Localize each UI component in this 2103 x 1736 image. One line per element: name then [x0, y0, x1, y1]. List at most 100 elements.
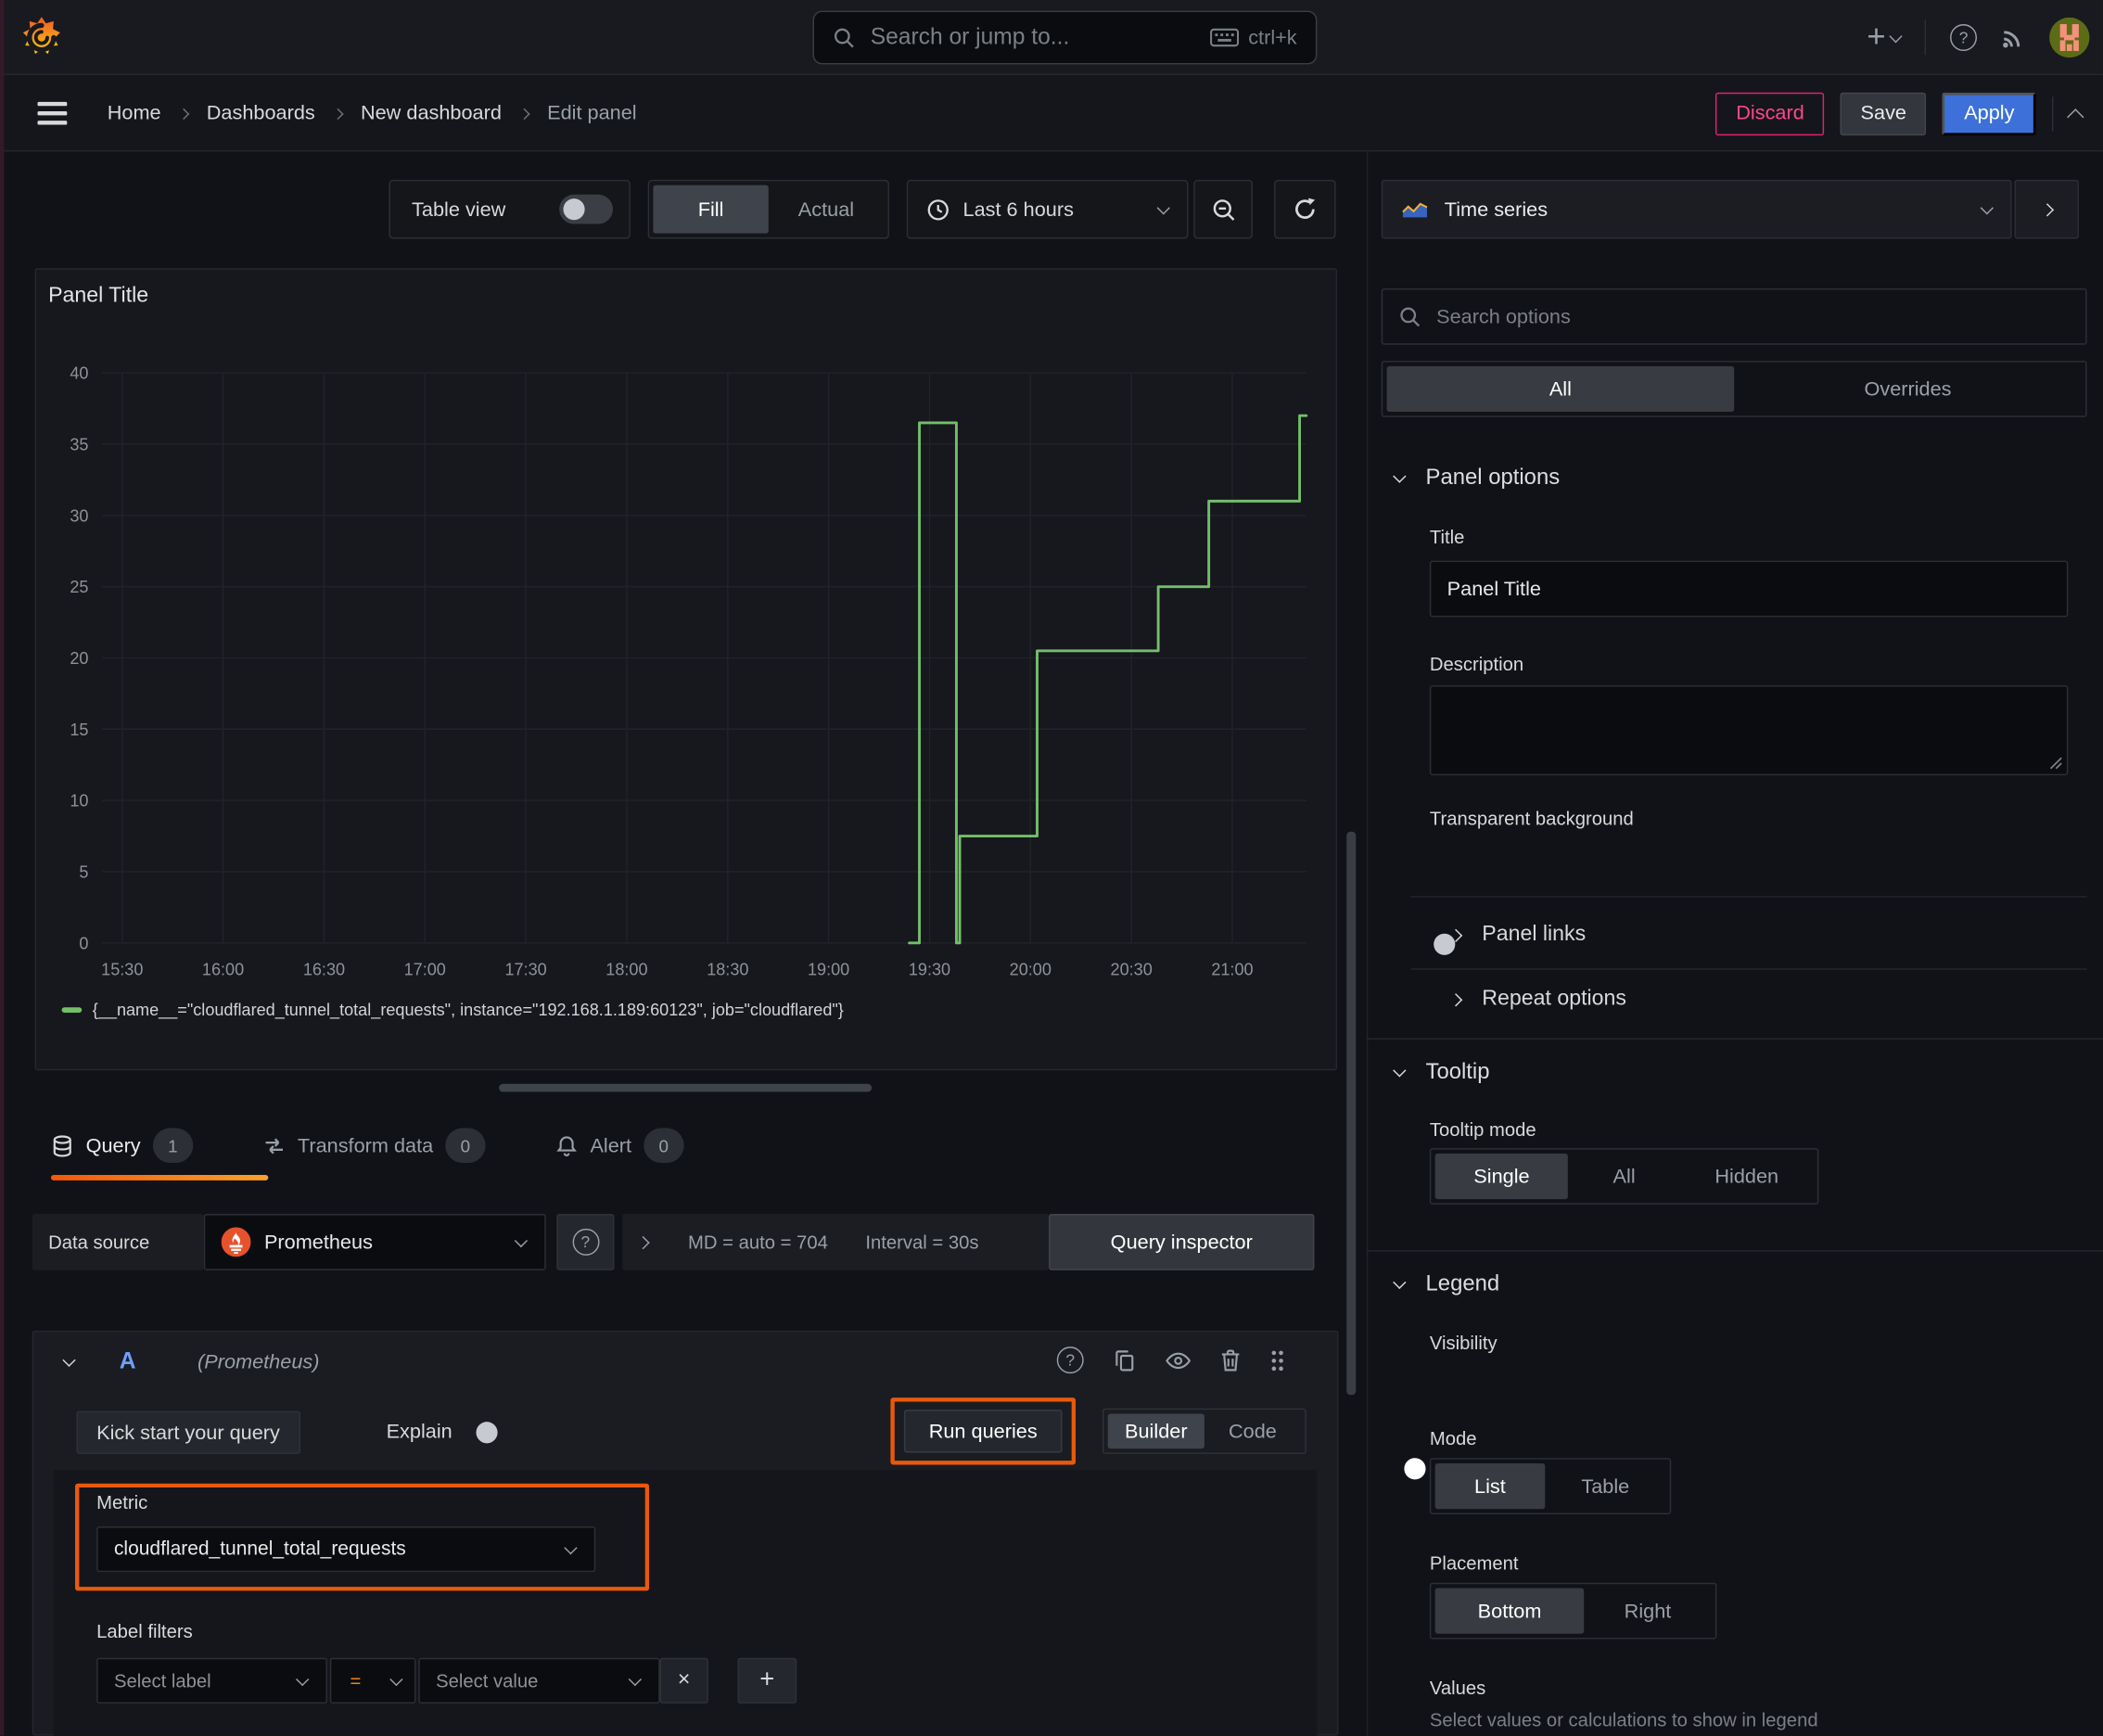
discard-button[interactable]: Discard — [1715, 92, 1825, 135]
repeat-options-section[interactable]: Repeat options — [1448, 988, 1626, 1012]
panel-options-section[interactable]: Panel options — [1393, 466, 1560, 491]
global-search[interactable]: ctrl+k — [812, 10, 1318, 65]
top-bar: ctrl+k + ? — [0, 0, 2103, 75]
grafana-logo-icon[interactable] — [19, 15, 64, 60]
query-row-header[interactable]: A (Prometheus) — [62, 1348, 319, 1375]
series-label[interactable]: {__name__="cloudflared_tunnel_total_requ… — [93, 1001, 844, 1019]
chevron-right-icon — [518, 108, 530, 120]
chevron-down-icon — [564, 1540, 578, 1554]
breadcrumb-home[interactable]: Home — [108, 102, 161, 125]
avatar[interactable] — [2049, 17, 2090, 58]
collapse-query-icon[interactable] — [62, 1352, 76, 1367]
legend-list-option[interactable]: List — [1434, 1463, 1546, 1510]
options-search-input[interactable] — [1434, 303, 2070, 330]
drag-handle-icon[interactable] — [1270, 1348, 1285, 1372]
visibility-label: Visibility — [1429, 1332, 1498, 1354]
tab-query[interactable]: Query 1 — [51, 1108, 194, 1183]
panel-title-input[interactable]: Panel Title — [1429, 560, 2069, 618]
kick-start-query-button[interactable]: Kick start your query — [76, 1410, 300, 1454]
help-button[interactable]: ? — [1950, 24, 1977, 51]
tooltip-section[interactable]: Tooltip — [1393, 1060, 1490, 1085]
svg-text:40: 40 — [70, 364, 88, 383]
panel-title[interactable]: Panel Title — [48, 285, 148, 309]
options-search[interactable] — [1381, 287, 2087, 345]
menu-toggle-button[interactable] — [37, 101, 68, 125]
resize-handle-icon[interactable] — [2049, 757, 2062, 770]
placement-bottom-option[interactable]: Bottom — [1434, 1588, 1585, 1634]
horizontal-scrollbar[interactable] — [499, 1083, 873, 1092]
zoom-out-icon — [1210, 197, 1235, 222]
metric-select[interactable]: cloudflared_tunnel_total_requests — [96, 1526, 596, 1573]
close-icon: × — [677, 1668, 691, 1691]
label-filter-value-select[interactable]: Select value — [418, 1657, 660, 1704]
tooltip-mode-switch: Single All Hidden — [1429, 1148, 1819, 1205]
svg-text:25: 25 — [70, 578, 88, 596]
tab-overrides[interactable]: Overrides — [1734, 366, 2082, 412]
code-option[interactable]: Code — [1204, 1414, 1301, 1449]
datasource-label-chip: Data source — [32, 1213, 204, 1270]
toggle-visibility-icon[interactable] — [1166, 1351, 1192, 1369]
chevron-down-icon — [628, 1672, 643, 1686]
refresh-button[interactable] — [1274, 179, 1336, 239]
delete-query-icon[interactable] — [1220, 1348, 1241, 1372]
actual-option[interactable]: Actual — [769, 185, 884, 234]
zoom-out-button[interactable] — [1193, 179, 1253, 239]
search-input[interactable] — [867, 22, 1196, 53]
vertical-scrollbar[interactable] — [1346, 831, 1357, 1396]
datasource-picker[interactable]: Prometheus — [203, 1213, 546, 1270]
plus-icon: + — [759, 1666, 775, 1694]
fill-option[interactable]: Fill — [653, 185, 769, 234]
tooltip-mode-label: Tooltip mode — [1429, 1118, 1536, 1141]
divider — [1410, 896, 2087, 898]
keyboard-icon — [1209, 28, 1239, 47]
collapse-sidebar-button[interactable] — [2014, 179, 2079, 239]
time-range-picker[interactable]: Last 6 hours — [906, 179, 1189, 239]
add-menu-button[interactable]: + — [1867, 19, 1903, 56]
label-filter-key-select[interactable]: Select label — [96, 1657, 327, 1704]
label-filter-operator-select[interactable]: = — [329, 1657, 416, 1704]
apply-button[interactable]: Apply — [1943, 92, 2036, 135]
run-queries-button[interactable]: Run queries — [903, 1410, 1063, 1453]
description-textarea[interactable] — [1429, 685, 2069, 776]
breadcrumb-new-dashboard[interactable]: New dashboard — [361, 102, 502, 125]
add-filter-button[interactable]: + — [737, 1657, 797, 1704]
chart-legend[interactable]: {__name__="cloudflared_tunnel_total_requ… — [61, 1001, 844, 1019]
options-filter-tabs: All Overrides — [1381, 361, 2087, 417]
placement-right-option[interactable]: Right — [1584, 1589, 1711, 1634]
save-button[interactable]: Save — [1840, 92, 1927, 135]
legend-section[interactable]: Legend — [1393, 1271, 1499, 1296]
breadcrumb-edit-panel: Edit panel — [547, 101, 637, 125]
legend-mode-switch: List Table — [1429, 1458, 1672, 1514]
tooltip-all-option[interactable]: All — [1568, 1154, 1680, 1199]
rss-icon — [2001, 25, 2025, 49]
tab-all[interactable]: All — [1386, 365, 1735, 413]
query-inspector-button[interactable]: Query inspector — [1049, 1213, 1315, 1270]
chevron-down-icon — [1393, 469, 1407, 483]
query-help-icon[interactable]: ? — [1056, 1347, 1084, 1374]
time-series-chart[interactable]: 0 5 10 15 20 25 30 35 40 15:30 16:00 16:30 17:00 17:3… — [40, 336, 1314, 987]
divider — [2051, 96, 2054, 132]
refresh-icon — [1293, 198, 1317, 222]
metric-label: Metric — [96, 1491, 148, 1513]
remove-filter-button[interactable]: × — [659, 1657, 708, 1704]
legend-table-option[interactable]: Table — [1545, 1463, 1665, 1509]
datasource-help-button[interactable]: ? — [556, 1213, 615, 1270]
tooltip-hidden-option[interactable]: Hidden — [1680, 1154, 1814, 1199]
expand-stats-icon[interactable] — [636, 1235, 650, 1249]
news-button[interactable] — [2001, 25, 2025, 49]
tab-alert[interactable]: Alert 0 — [555, 1108, 684, 1183]
chevron-down-icon — [1980, 200, 1995, 214]
breadcrumb-dashboards[interactable]: Dashboards — [207, 102, 315, 125]
label-filters-label: Label filters — [96, 1620, 193, 1642]
panel-links-section[interactable]: Panel links — [1448, 923, 1586, 947]
tooltip-single-option[interactable]: Single — [1434, 1153, 1569, 1200]
visualization-picker[interactable]: Time series — [1381, 179, 2012, 239]
table-view-toggle[interactable] — [559, 194, 614, 224]
tab-transform-data[interactable]: Transform data 0 — [262, 1108, 486, 1183]
chevron-down-icon — [514, 1233, 529, 1247]
duplicate-query-icon[interactable] — [1114, 1348, 1137, 1372]
collapse-options-icon[interactable] — [2067, 108, 2084, 126]
svg-text:18:00: 18:00 — [605, 961, 647, 979]
builder-option[interactable]: Builder — [1107, 1413, 1204, 1449]
series-color-swatch — [61, 1007, 83, 1014]
